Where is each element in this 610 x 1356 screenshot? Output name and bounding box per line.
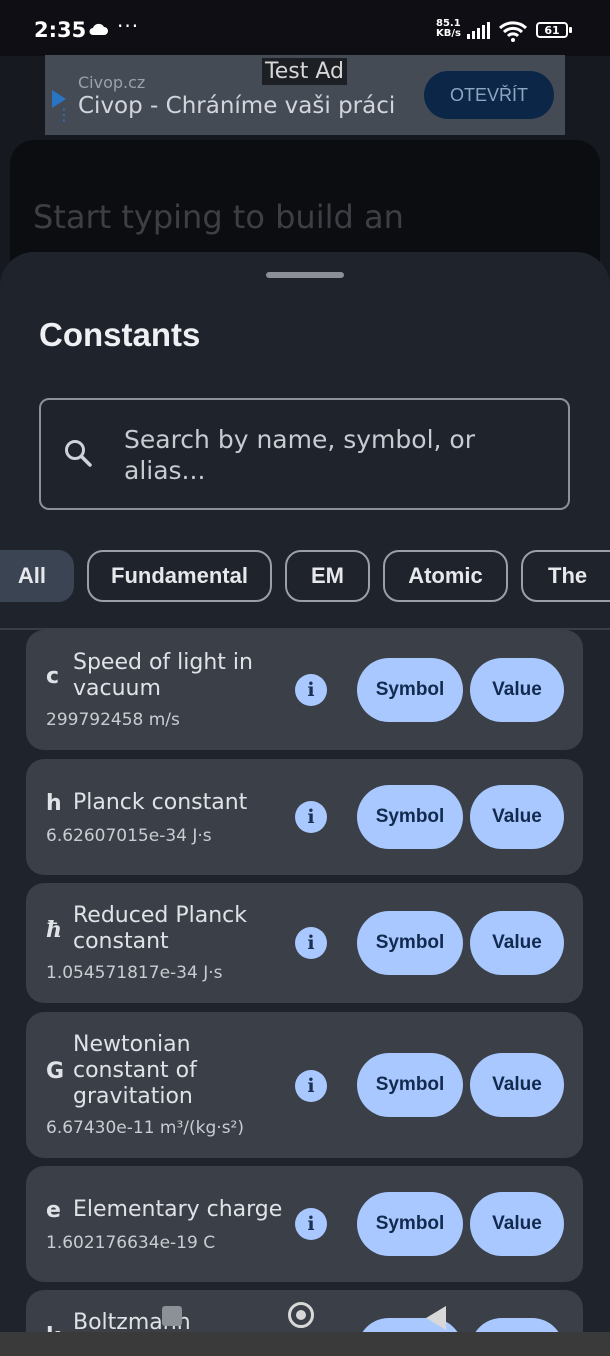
constants-sheet: Constants Search by name, symbol, or ali… [0, 252, 610, 1356]
status-bar: 2:35 ··· 85.1 KB/s 61 [0, 0, 610, 56]
info-icon[interactable]: i [295, 927, 327, 959]
wifi-icon [498, 21, 528, 42]
insert-symbol-button[interactable]: Symbol [357, 1192, 463, 1256]
info-icon[interactable]: i [295, 801, 327, 833]
insert-value-button[interactable]: Value [470, 785, 564, 849]
info-icon[interactable]: i [295, 674, 327, 706]
gesture-bar-area [0, 1332, 610, 1356]
constant-row-elementary-charge[interactable]: e Elementary charge 1.602176634e-19 C i … [26, 1166, 583, 1282]
chip-atomic[interactable]: Atomic [383, 550, 508, 602]
constant-row-reduced-planck[interactable]: ħ Reduced Planck constant 1.054571817e-3… [26, 883, 583, 1003]
chip-em[interactable]: EM [285, 550, 370, 602]
insert-value-button[interactable]: Value [470, 658, 564, 722]
constant-row-planck[interactable]: h Planck constant 6.62607015e-34 J·s i S… [26, 759, 583, 875]
constant-value: 299792458 m/s [46, 710, 180, 730]
search-input[interactable]: Search by name, symbol, or alias... [39, 398, 570, 510]
constant-value: 6.67430e-11 m³/(kg·s²) [46, 1118, 245, 1138]
cloud-icon [89, 23, 108, 35]
ad-domain: Civop.cz [78, 73, 146, 92]
search-icon [65, 440, 92, 467]
constants-list[interactable]: c Speed of light in vacuum 299792458 m/s… [0, 630, 610, 1356]
constant-name: Elementary charge [73, 1197, 283, 1222]
info-icon[interactable]: i [295, 1070, 327, 1102]
battery-icon: 61 [536, 22, 572, 38]
insert-symbol-button[interactable]: Symbol [357, 785, 463, 849]
info-icon[interactable]: i [295, 1208, 327, 1240]
constant-value: 1.054571817e-34 J·s [46, 963, 223, 983]
category-chips: All Fundamental EM Atomic The [0, 550, 610, 602]
constant-row-speed-of-light[interactable]: c Speed of light in vacuum 299792458 m/s… [26, 630, 583, 750]
constant-symbol: c [46, 664, 60, 689]
battery-level: 61 [544, 23, 560, 37]
network-speed: 85.1 KB/s [436, 18, 461, 39]
signal-icon [467, 22, 490, 39]
constant-name: Speed of light in vacuum [73, 650, 253, 701]
sheet-drag-handle[interactable] [266, 272, 344, 278]
constant-symbol: ħ [46, 917, 62, 943]
constant-row-gravitation[interactable]: G Newtonian constant of gravitation 6.67… [26, 1012, 583, 1158]
insert-value-button[interactable]: Value [470, 911, 564, 975]
sheet-title: Constants [39, 316, 201, 353]
ad-open-button[interactable]: OTEVŘÍT [424, 71, 554, 119]
constant-name: Reduced Planck constant [73, 903, 247, 954]
chip-thermo[interactable]: The [521, 550, 610, 602]
chip-all[interactable]: All [0, 550, 74, 602]
insert-value-button[interactable]: Value [470, 1053, 564, 1117]
more-notifications-icon: ··· [117, 14, 140, 38]
ad-test-label: Test Ad [262, 58, 347, 85]
insert-symbol-button[interactable]: Symbol [357, 1053, 463, 1117]
constant-value: 6.62607015e-34 J·s [46, 826, 212, 846]
constant-name: Planck constant [73, 790, 248, 815]
insert-value-button[interactable]: Value [470, 1192, 564, 1256]
editor-hint: Start typing to build an [33, 198, 404, 236]
constant-symbol: e [46, 1198, 61, 1223]
search-placeholder: Search by name, symbol, or alias... [124, 425, 475, 485]
constant-value: 1.602176634e-19 C [46, 1233, 216, 1253]
constant-symbol: G [46, 1059, 65, 1084]
insert-symbol-button[interactable]: Symbol [357, 658, 463, 722]
ad-title[interactable]: Civop - Chráníme vaši práci [78, 93, 395, 119]
constant-name: Newtonian constant of gravitation [73, 1032, 197, 1109]
insert-symbol-button[interactable]: Symbol [357, 911, 463, 975]
status-time: 2:35 [34, 18, 87, 42]
ad-more-icon[interactable]: ⋮ [56, 107, 72, 123]
constant-symbol: h [46, 791, 62, 816]
chip-fundamental[interactable]: Fundamental [87, 550, 272, 602]
